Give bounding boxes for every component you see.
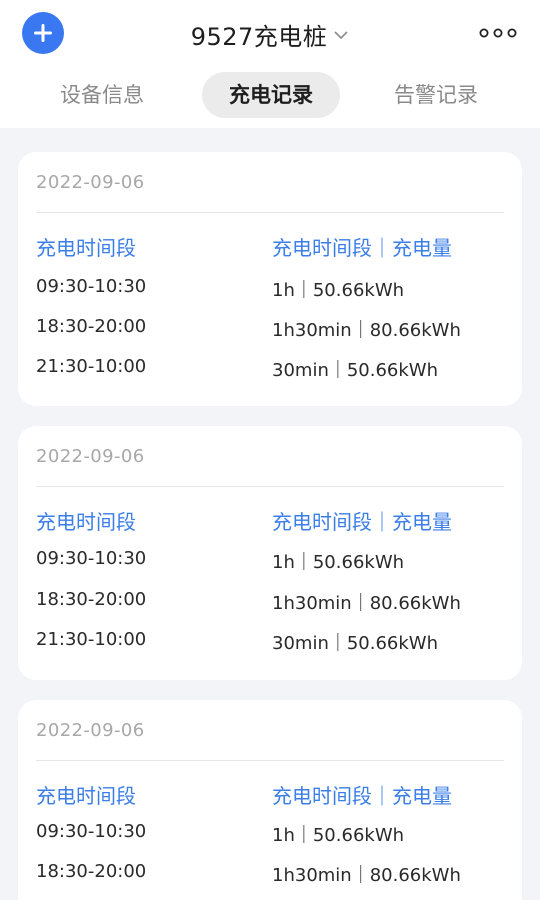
record-period: 18:30-20:00: [36, 861, 147, 882]
record-summary: 30min｜50.66kWh: [272, 360, 439, 381]
record-period: 18:30-20:00: [36, 316, 147, 337]
tab-alarm-records[interactable]: 告警记录: [374, 72, 498, 118]
column-header-duration-energy: 充电时间段｜充电量: [272, 510, 452, 534]
record-summary: 1h｜50.66kWh: [272, 825, 405, 846]
divider: [36, 212, 504, 213]
record-card: 2022-09-06 充电时间段 充电时间段｜充电量 09:30-10:30 1…: [18, 152, 522, 406]
record-period: 09:30-10:30: [36, 548, 147, 569]
column-header-period: 充电时间段: [36, 784, 136, 808]
record-summary: 1h｜50.66kWh: [272, 552, 405, 573]
record-summary: 30min｜50.66kWh: [272, 633, 439, 654]
record-period: 21:30-10:00: [36, 356, 147, 377]
more-dots-icon: [479, 28, 517, 38]
record-summary: 1h30min｜80.66kWh: [272, 593, 461, 614]
record-date: 2022-09-06: [36, 446, 145, 467]
record-summary: 1h30min｜80.66kWh: [272, 865, 461, 886]
divider: [36, 486, 504, 487]
record-date: 2022-09-06: [36, 172, 145, 193]
record-period: 09:30-10:30: [36, 276, 147, 297]
top-bar: 9527充电桩 设备信息 充电记录 告警记录: [0, 0, 540, 128]
record-card: 2022-09-06 充电时间段 充电时间段｜充电量 09:30-10:30 1…: [18, 700, 522, 900]
column-header-duration-energy: 充电时间段｜充电量: [272, 784, 452, 808]
record-date: 2022-09-06: [36, 720, 145, 741]
page-title: 9527充电桩: [190, 22, 328, 51]
record-period: 09:30-10:30: [36, 821, 147, 842]
column-header-period: 充电时间段: [36, 510, 136, 534]
device-selector[interactable]: 9527充电桩: [0, 14, 540, 54]
tab-bar: 设备信息 充电记录 告警记录: [0, 72, 540, 120]
record-period: 21:30-10:00: [36, 629, 147, 650]
record-period: 18:30-20:00: [36, 589, 147, 610]
tab-device-info[interactable]: 设备信息: [40, 72, 164, 118]
tab-charging-records[interactable]: 充电记录: [202, 72, 340, 118]
column-header-duration-energy: 充电时间段｜充电量: [272, 236, 452, 260]
column-header-period: 充电时间段: [36, 236, 136, 260]
record-card: 2022-09-06 充电时间段 充电时间段｜充电量 09:30-10:30 1…: [18, 426, 522, 680]
record-summary: 1h30min｜80.66kWh: [272, 320, 461, 341]
more-button[interactable]: [478, 18, 518, 48]
divider: [36, 760, 504, 761]
chevron-down-icon: [334, 31, 348, 40]
record-summary: 1h｜50.66kWh: [272, 280, 405, 301]
